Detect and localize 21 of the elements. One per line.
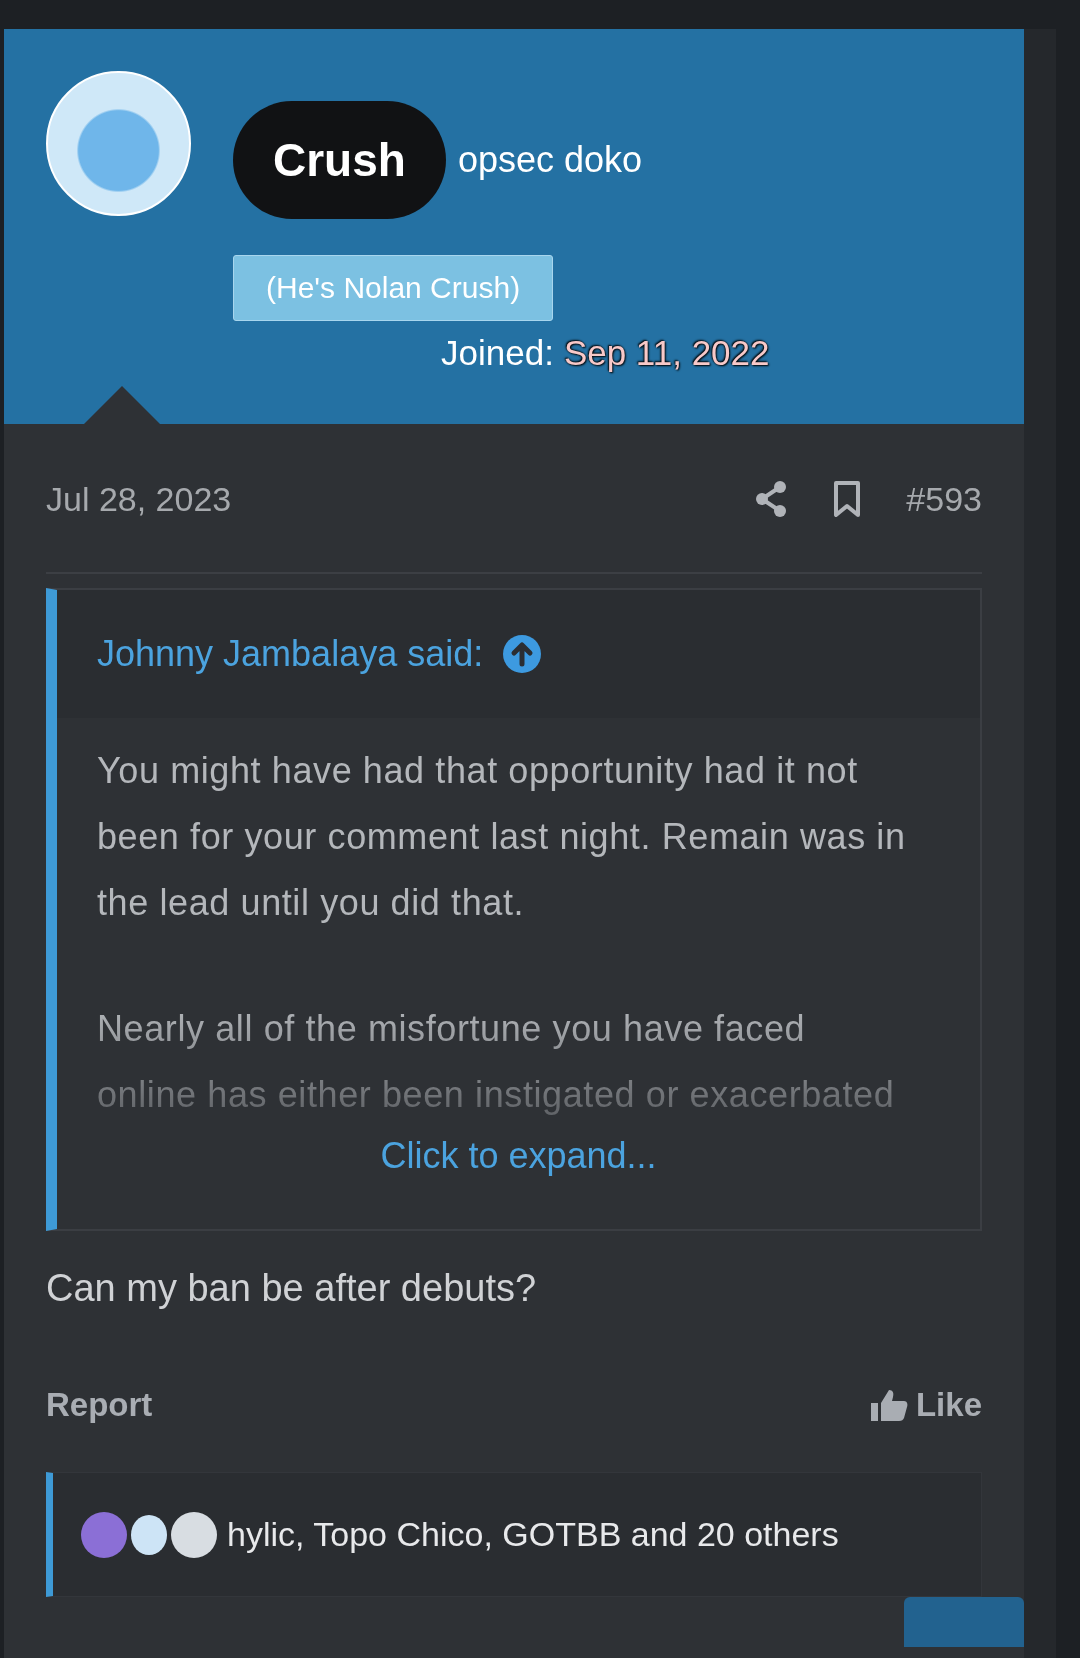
joined-label: Joined: [441,333,554,373]
username[interactable]: Crush [233,101,446,219]
post-number[interactable]: #593 [906,479,982,519]
user-banner: (He's Nolan Crush) [233,255,554,321]
arrow-up-icon[interactable] [503,635,542,673]
avatar-icon[interactable] [171,1511,217,1558]
expand-link[interactable]: Click to expand... [380,1135,657,1177]
quote-text: You might have had that opportunity had it not been for your comment last night. Remain was in the lead until you did that. [97,749,907,925]
like-link[interactable]: Like [915,1386,982,1424]
post-text: Can my ban be after debuts? [46,1267,538,1310]
user-title: opsec doko [457,139,643,181]
share-icon[interactable] [754,480,789,518]
quote-text: Nearly all of the misfortune you have faced online has either been instigated or exacerbated [97,1007,896,1117]
bookmark-icon[interactable] [832,480,863,518]
reactions-text[interactable]: hylic, Topo Chico, GOTBB and 20 others [227,1515,839,1554]
post-date[interactable]: Jul 28, 2023 [46,479,232,519]
report-link[interactable]: Report [46,1386,153,1424]
thumbs-up-icon[interactable] [869,1388,908,1422]
avatar-icon[interactable] [131,1514,167,1555]
joined-date: Sep 11, 2022 [563,333,770,373]
quote-author[interactable]: Johnny Jambalaya said: [97,633,484,675]
